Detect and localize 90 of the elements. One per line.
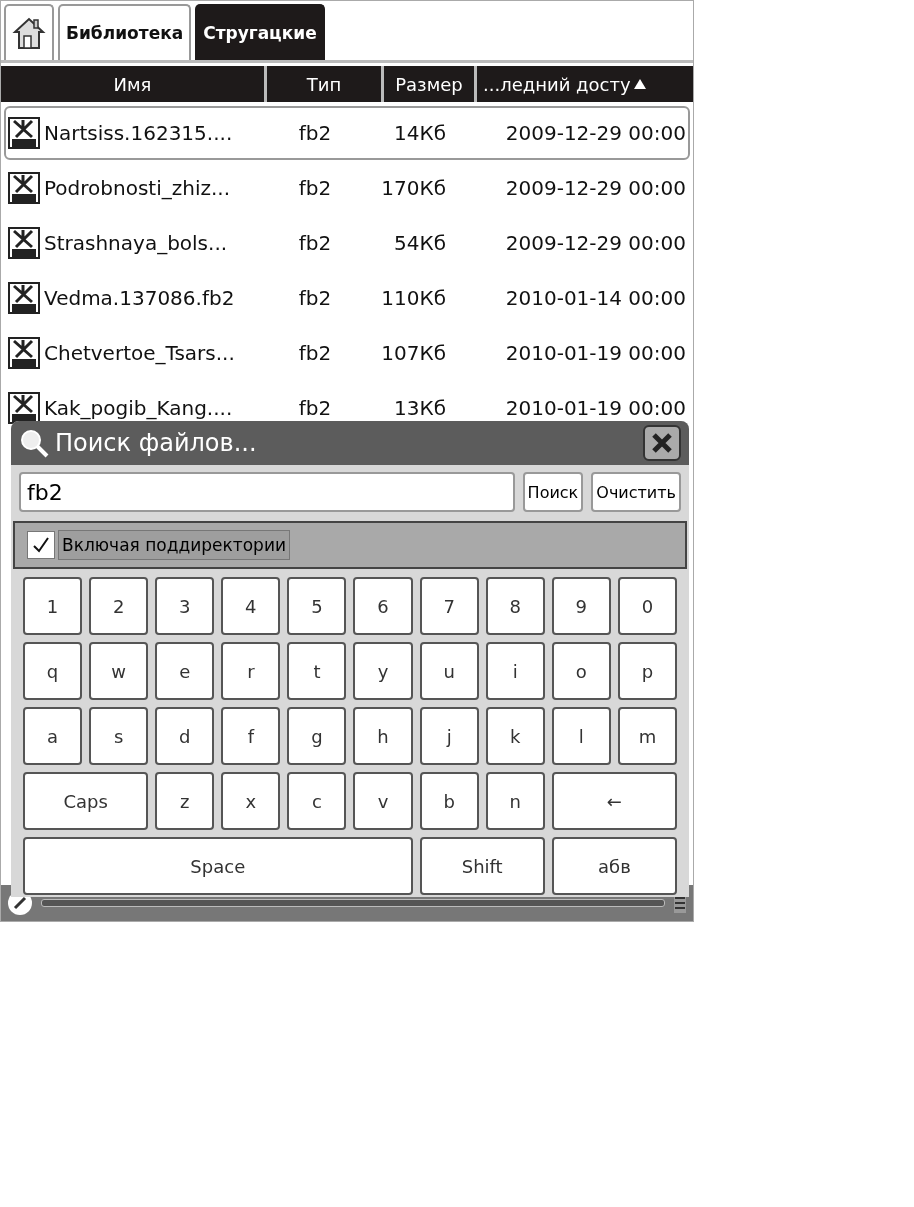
file-size: 54Кб (393, 231, 446, 255)
file-size: 13Кб (393, 396, 446, 420)
file-date: 2009-12-29 00:00 (504, 121, 687, 145)
keyboard-key[interactable]: 1 (23, 577, 83, 635)
keyboard-key[interactable]: t (287, 642, 347, 700)
file-name: Vedma.137086.fb2 (44, 286, 236, 310)
file-size: 107Кб (380, 341, 446, 365)
keyboard-key[interactable]: z (155, 772, 215, 830)
keyboard-key[interactable]: u (419, 642, 479, 700)
keyboard-key[interactable]: s (89, 707, 149, 765)
keyboard-key[interactable]: Space (23, 837, 413, 895)
keyboard-key[interactable]: абв (551, 837, 677, 895)
file-name: Nartsiss.162315.... (44, 121, 234, 145)
keyboard-key[interactable]: Caps (23, 772, 149, 830)
file-icon (8, 172, 40, 204)
keyboard-key[interactable]: d (155, 707, 215, 765)
keyboard-key[interactable]: n (485, 772, 545, 830)
keyboard-key[interactable]: q (23, 642, 83, 700)
file-type: fb2 (297, 121, 333, 145)
file-icon (8, 117, 40, 149)
keyboard-key[interactable]: k (485, 707, 545, 765)
keyboard-key[interactable]: 4 (221, 577, 281, 635)
keyboard-key[interactable]: 0 (617, 577, 677, 635)
keyboard-key[interactable]: p (617, 642, 677, 700)
file-icon (8, 392, 40, 424)
keyboard-key[interactable]: b (419, 772, 479, 830)
file-icon (8, 337, 40, 369)
file-name: Podrobnosti_zhiz... (44, 176, 232, 200)
keyboard-key[interactable]: ← (551, 772, 677, 830)
keyboard-key[interactable]: h (353, 707, 413, 765)
keyboard-key[interactable]: Shift (419, 837, 545, 895)
file-date: 2010-01-14 00:00 (504, 286, 687, 310)
file-size: 170Кб (380, 176, 446, 200)
keyboard-key[interactable]: w (89, 642, 149, 700)
selected-row[interactable]: Nartsiss.162315.... fb2 14Кб 2009-12-29 00:00 (4, 106, 690, 160)
file-name: Strashnaya_bols... (44, 231, 229, 255)
keyboard-key[interactable]: m (617, 707, 677, 765)
keyboard-key[interactable]: y (353, 642, 413, 700)
tab[interactable]: Стругацкие (195, 4, 325, 60)
column-header[interactable]: Размер (384, 66, 477, 102)
keyboard-key[interactable]: x (221, 772, 281, 830)
file-type: fb2 (297, 341, 333, 365)
file-type: fb2 (297, 231, 333, 255)
tab[interactable]: Библиотека (58, 4, 192, 60)
file-type: fb2 (297, 396, 333, 420)
file-name: Kak_pogib_Kang.... (44, 396, 234, 420)
keyboard-key[interactable]: e (155, 642, 215, 700)
search-field[interactable]: fb2 (19, 472, 515, 512)
dialog-button[interactable]: Поиск (522, 472, 584, 512)
keyboard-key[interactable]: o (551, 642, 611, 700)
file-date: 2010-01-19 00:00 (504, 396, 687, 420)
keyboard-key[interactable]: 6 (353, 577, 413, 635)
magnifier-icon (19, 428, 49, 458)
keyboard-key[interactable]: a (23, 707, 83, 765)
checkbox-label[interactable]: Включая поддиректории (58, 530, 290, 560)
dialog-button[interactable]: Очистить (591, 472, 681, 512)
checkbox[interactable] (27, 531, 55, 559)
keyboard-key[interactable]: g (287, 707, 347, 765)
keyboard-key[interactable]: 2 (89, 577, 149, 635)
dialog-title: Поиск файлов... (55, 429, 258, 457)
keyboard-key[interactable]: j (419, 707, 479, 765)
file-size: 14Кб (393, 121, 446, 145)
keyboard-key[interactable]: c (287, 772, 347, 830)
house-icon (12, 15, 46, 51)
file-type: fb2 (297, 176, 333, 200)
keyboard-key[interactable]: 7 (419, 577, 479, 635)
close-button[interactable] (643, 425, 681, 461)
keyboard-key[interactable]: i (485, 642, 545, 700)
file-size: 110Кб (380, 286, 446, 310)
close-icon (651, 432, 673, 454)
column-header[interactable]: ...ледний досту (477, 66, 693, 102)
column-header[interactable]: Имя (1, 66, 267, 102)
keyboard-key[interactable]: r (221, 642, 281, 700)
keyboard-key[interactable]: l (551, 707, 611, 765)
keyboard-key[interactable]: 8 (485, 577, 545, 635)
checkmark-icon (32, 536, 50, 554)
file-date: 2009-12-29 00:00 (504, 231, 687, 255)
file-date: 2009-12-29 00:00 (504, 176, 687, 200)
keyboard-key[interactable]: f (221, 707, 281, 765)
keyboard-key[interactable]: 5 (287, 577, 347, 635)
file-name: Chetvertoe_Tsars... (44, 341, 236, 365)
keyboard-key[interactable]: v (353, 772, 413, 830)
keyboard-key[interactable]: 3 (155, 577, 215, 635)
file-icon (8, 227, 40, 259)
file-type: fb2 (297, 286, 333, 310)
column-header[interactable]: Тип (267, 66, 384, 102)
home-button[interactable] (4, 4, 54, 60)
keyboard-key[interactable]: 9 (551, 577, 611, 635)
file-icon (8, 282, 40, 314)
file-date: 2010-01-19 00:00 (504, 341, 687, 365)
